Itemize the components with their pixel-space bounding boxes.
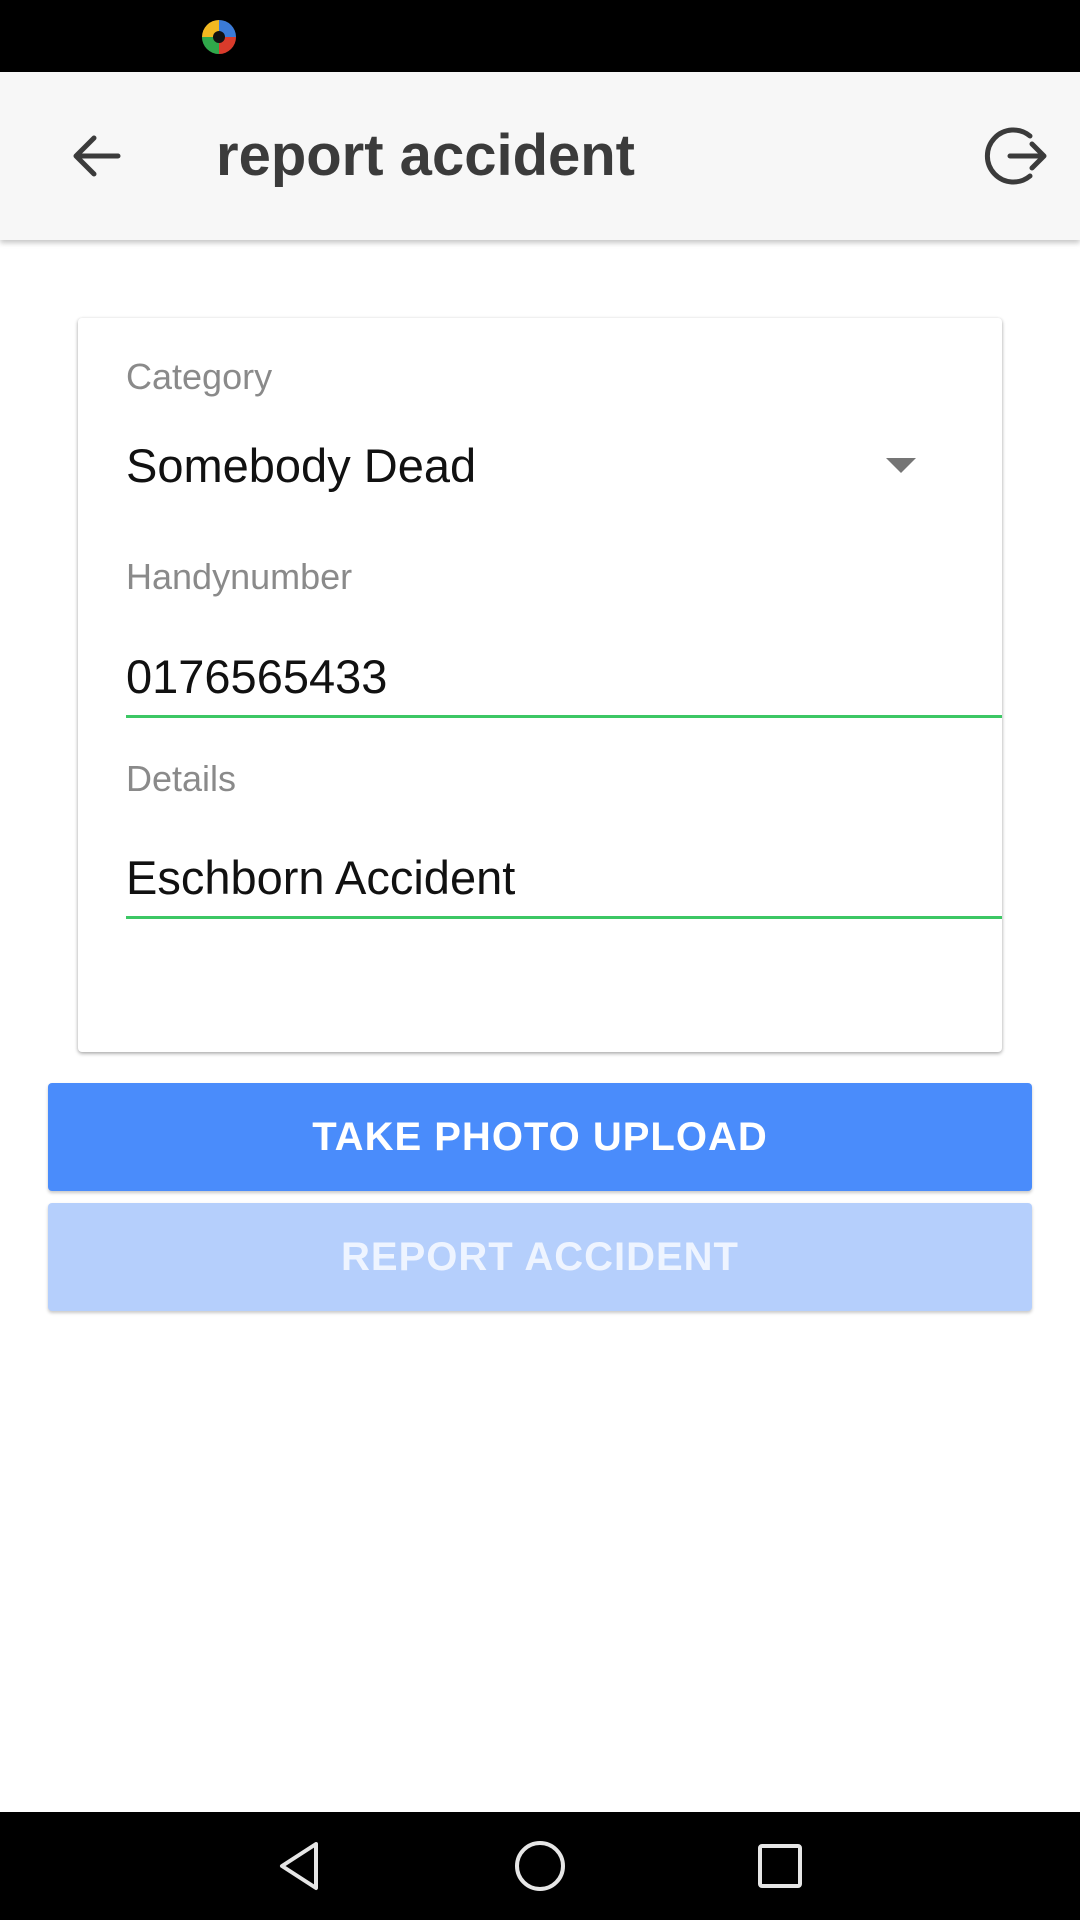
category-label: Category	[126, 356, 273, 397]
arrow-left-icon	[73, 135, 121, 177]
square-recents-icon	[758, 1844, 802, 1888]
handynumber-input[interactable]	[126, 638, 1002, 718]
details-label: Details	[126, 758, 237, 799]
take-photo-upload-button[interactable]: TAKE PHOTO UPLOAD	[48, 1083, 1032, 1191]
logout-icon	[984, 127, 1047, 185]
system-navigation-bar	[0, 1812, 1080, 1920]
page-title: report accident	[216, 123, 635, 188]
category-value: Somebody Dead	[126, 439, 477, 492]
status-bar	[0, 0, 1080, 72]
triangle-back-icon	[280, 1842, 318, 1890]
back-button[interactable]	[60, 120, 132, 192]
app-notification-icon	[202, 20, 236, 54]
accident-form-card: Category Somebody Dead Handynumber Detai…	[78, 318, 1002, 1052]
logout-button[interactable]	[976, 116, 1056, 196]
report-accident-button[interactable]: REPORT ACCIDENT	[48, 1203, 1032, 1311]
chevron-down-icon[interactable]	[886, 458, 916, 473]
nav-back-button[interactable]	[260, 1826, 340, 1906]
handynumber-label: Handynumber	[126, 556, 353, 597]
details-input[interactable]	[126, 839, 1002, 919]
nav-recents-button[interactable]	[740, 1826, 820, 1906]
circle-home-icon	[515, 1841, 565, 1891]
nav-home-button[interactable]	[500, 1826, 580, 1906]
app-toolbar: report accident	[0, 72, 1080, 240]
category-select[interactable]: Somebody Dead	[126, 426, 954, 506]
